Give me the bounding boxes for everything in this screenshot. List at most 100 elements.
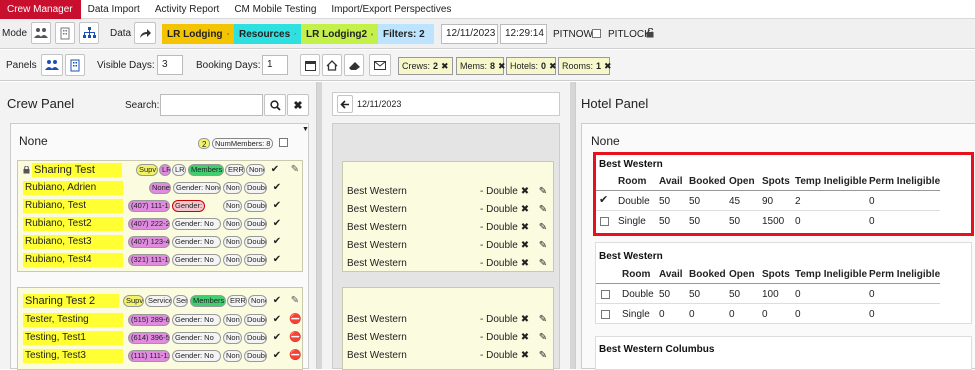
prev-date-button[interactable] bbox=[337, 95, 353, 113]
booking-row[interactable]: Best Western- Double bbox=[347, 237, 407, 255]
pencil-icon[interactable]: ✎ bbox=[537, 204, 549, 216]
tab-crew-manager[interactable]: Crew Manager bbox=[0, 0, 81, 19]
member-room-tag: Double bbox=[244, 182, 267, 194]
chip-lr-lodging2[interactable]: LR Lodging2 bbox=[301, 24, 378, 44]
check-icon[interactable]: ✔ bbox=[271, 218, 283, 230]
room-select-checkbox[interactable] bbox=[601, 310, 610, 319]
member-row[interactable]: Rubiano, Test4 (321) 111-1111 Gender: No… bbox=[18, 251, 302, 269]
visible-days-input[interactable]: 3 bbox=[157, 55, 183, 75]
pencil-icon[interactable]: ✎ bbox=[537, 314, 549, 326]
filter-hotels-chip[interactable]: Hotels:0✖ bbox=[506, 57, 556, 75]
member-row[interactable]: Tester, Testing (515) 289-6767 Gender: N… bbox=[18, 311, 302, 329]
close-icon[interactable]: ✖ bbox=[519, 222, 531, 234]
booking-row[interactable]: Best Western- Double bbox=[347, 255, 407, 273]
room-select-checkbox[interactable] bbox=[601, 290, 610, 299]
member-row[interactable]: Rubiano, Test (407) 111-1111 Gender: Non… bbox=[18, 197, 302, 215]
remove-circle-icon[interactable]: ⛔ bbox=[289, 314, 301, 326]
tag-none: None bbox=[246, 164, 265, 176]
close-icon[interactable]: ✖ bbox=[519, 332, 531, 344]
eraser-button[interactable] bbox=[344, 54, 364, 76]
booking-card-1[interactable]: Best Western- Double ✖ ✎ Best Western- Do… bbox=[342, 161, 554, 272]
booking-card-2[interactable]: Best Western- Double ✖ ✎ Best Western- Do… bbox=[342, 287, 554, 370]
data-share-button[interactable] bbox=[134, 22, 156, 44]
mode-crew-button[interactable] bbox=[31, 22, 51, 44]
search-input[interactable] bbox=[160, 94, 263, 116]
pencil-icon[interactable]: ✎ bbox=[537, 240, 549, 252]
chip-filters[interactable]: Filters: 2 bbox=[378, 24, 434, 44]
close-icon[interactable]: ✖ bbox=[604, 61, 612, 72]
check-icon[interactable]: ✔ bbox=[271, 350, 283, 362]
panels-hotel-toggle[interactable] bbox=[65, 54, 85, 76]
check-icon[interactable]: ✔ bbox=[271, 295, 283, 307]
booking-days-input[interactable]: 1 bbox=[262, 55, 288, 75]
check-icon[interactable]: ✔ bbox=[271, 314, 283, 326]
close-icon[interactable]: ✖ bbox=[441, 61, 449, 72]
close-icon[interactable]: ✖ bbox=[519, 186, 531, 198]
time-input[interactable]: 12:29:14 bbox=[500, 24, 547, 44]
panels-crew-toggle[interactable] bbox=[41, 54, 63, 76]
pencil-icon[interactable]: ✎ bbox=[289, 164, 301, 176]
tab-data-import[interactable]: Data Import bbox=[81, 0, 148, 19]
pencil-icon[interactable]: ✎ bbox=[289, 295, 301, 307]
hotel-card-best-western-2[interactable]: Best Western Room Avail Booked Open Spot… bbox=[595, 242, 972, 324]
clear-search-button[interactable]: ✖ bbox=[287, 94, 309, 116]
close-icon[interactable]: ✖ bbox=[519, 258, 531, 270]
crew-card-sharing-test[interactable]: Sharing Test Supv LR LR Members ERR None… bbox=[17, 160, 303, 272]
member-row[interactable]: Rubiano, Adrien None Gender: None Non Do… bbox=[18, 179, 302, 197]
filter-crews-chip[interactable]: Crews:2✖ bbox=[398, 57, 453, 75]
check-icon[interactable]: ✔ bbox=[271, 200, 283, 212]
calendar-button[interactable] bbox=[300, 54, 320, 76]
chip-resources[interactable]: Resources bbox=[234, 24, 301, 44]
booking-row[interactable]: Best Western- Double bbox=[347, 311, 407, 329]
group-select-checkbox[interactable] bbox=[279, 138, 288, 147]
crew-card-sharing-test-2[interactable]: Sharing Test 2 Supv Service Ser Members … bbox=[17, 287, 303, 370]
close-icon[interactable]: ✖ bbox=[519, 204, 531, 216]
pencil-icon[interactable]: ✎ bbox=[537, 186, 549, 198]
member-row[interactable]: Rubiano, Test3 (407) 123-4567 Gender: No… bbox=[18, 233, 302, 251]
member-row[interactable]: Rubiano, Test2 (407) 222-2222 Gender: No… bbox=[18, 215, 302, 233]
member-row[interactable]: Testing, Test1 (614) 396-5612 Gender: No… bbox=[18, 329, 302, 347]
tab-import-export-perspectives[interactable]: Import/Export Perspectives bbox=[324, 0, 459, 19]
close-icon[interactable]: ✖ bbox=[519, 240, 531, 252]
remove-circle-icon[interactable]: ⛔ bbox=[289, 350, 301, 362]
filter-mems-chip[interactable]: Mems:8✖ bbox=[456, 57, 504, 75]
unlock-icon[interactable] bbox=[646, 28, 655, 38]
remove-circle-icon[interactable]: ⛔ bbox=[289, 332, 301, 344]
pencil-icon[interactable]: ✎ bbox=[537, 222, 549, 234]
close-icon[interactable]: ✖ bbox=[519, 350, 531, 362]
check-icon[interactable]: ✔ bbox=[269, 164, 281, 176]
collapse-arrow-icon[interactable]: ▼ bbox=[302, 126, 309, 133]
tab-activity-report[interactable]: Activity Report bbox=[148, 0, 227, 19]
pitnow-checkbox[interactable] bbox=[592, 29, 601, 38]
room-select-checkbox[interactable] bbox=[600, 217, 609, 226]
booking-row[interactable]: Best Western- Double bbox=[347, 347, 407, 365]
close-icon[interactable]: ✖ bbox=[498, 61, 506, 72]
filter-rooms-chip[interactable]: Rooms:1✖ bbox=[558, 57, 610, 75]
email-button[interactable] bbox=[369, 54, 391, 76]
search-button[interactable] bbox=[264, 94, 286, 116]
date-input[interactable]: 12/11/2023 bbox=[441, 24, 498, 44]
tab-cm-mobile-testing[interactable]: CM Mobile Testing bbox=[227, 0, 324, 19]
check-icon[interactable]: ✔ bbox=[271, 254, 283, 266]
hotel-card-best-western-1[interactable]: Best Western Room Avail Booked Open Spot… bbox=[593, 152, 974, 236]
booking-row[interactable]: Best Western- Double bbox=[347, 201, 407, 219]
pencil-icon[interactable]: ✎ bbox=[537, 350, 549, 362]
close-icon[interactable]: ✖ bbox=[549, 61, 557, 72]
member-row[interactable]: Testing, Test3 (111) 111-1111 Gender: No… bbox=[18, 347, 302, 365]
booking-row[interactable]: Best Western- Double bbox=[347, 183, 407, 201]
booking-row[interactable]: Best Western- Double bbox=[347, 329, 407, 347]
hotel-card-best-western-columbus[interactable]: Best Western Columbus bbox=[595, 336, 972, 370]
pencil-icon[interactable]: ✎ bbox=[537, 258, 549, 270]
check-icon[interactable]: ✔ bbox=[271, 182, 283, 194]
close-icon[interactable]: ✖ bbox=[519, 314, 531, 326]
booking-row[interactable]: Best Western- Double bbox=[347, 219, 407, 237]
home-button[interactable] bbox=[322, 54, 342, 76]
chip-lr-lodging[interactable]: LR Lodging bbox=[162, 24, 234, 44]
mode-org-button[interactable] bbox=[79, 22, 99, 44]
check-icon[interactable]: ✔ bbox=[271, 236, 283, 248]
check-icon[interactable]: ✔ bbox=[271, 332, 283, 344]
check-icon[interactable]: ✔ bbox=[599, 193, 608, 206]
mode-hotel-button[interactable] bbox=[55, 22, 75, 44]
pencil-icon[interactable]: ✎ bbox=[537, 332, 549, 344]
member-gender-tag: Gender: No bbox=[172, 332, 221, 344]
